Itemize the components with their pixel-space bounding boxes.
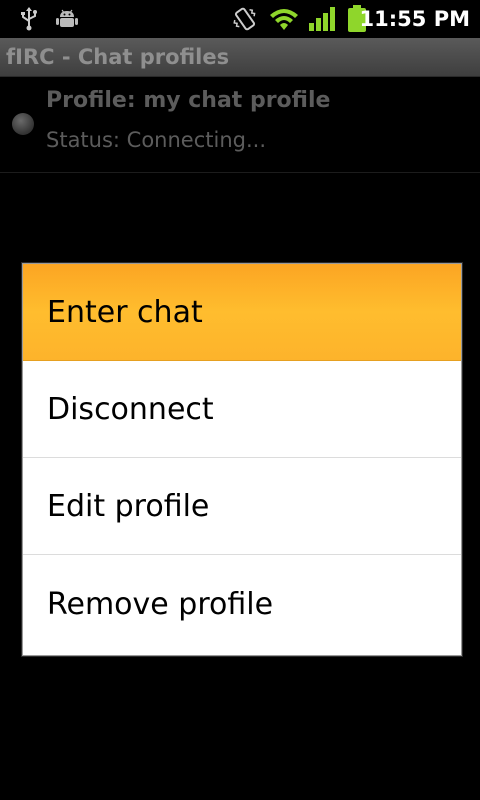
vibrate-icon <box>230 0 260 38</box>
signal-icon <box>307 0 337 38</box>
screen: 11:55 PM fIRC - Chat profiles Profile: m… <box>0 0 480 800</box>
menu-item-label: Remove profile <box>47 587 274 622</box>
menu-item-label: Enter chat <box>47 295 203 330</box>
android-debug-icon <box>54 0 80 38</box>
menu-item-edit-profile[interactable]: Edit profile <box>23 458 461 555</box>
app-title: fIRC - Chat profiles <box>6 45 230 69</box>
status-bar-clock: 11:55 PM <box>359 7 470 31</box>
menu-item-remove-profile[interactable]: Remove profile <box>23 555 461 655</box>
menu-item-disconnect[interactable]: Disconnect <box>23 361 461 458</box>
wifi-icon <box>267 0 301 38</box>
app-title-bar: fIRC - Chat profiles <box>0 38 480 77</box>
menu-item-enter-chat[interactable]: Enter chat <box>23 264 461 361</box>
profile-context-menu: Enter chat Disconnect Edit profile Remov… <box>22 263 462 656</box>
status-bar: 11:55 PM <box>0 0 480 38</box>
menu-item-label: Edit profile <box>47 489 210 524</box>
menu-item-label: Disconnect <box>47 392 214 427</box>
usb-icon <box>18 0 40 38</box>
